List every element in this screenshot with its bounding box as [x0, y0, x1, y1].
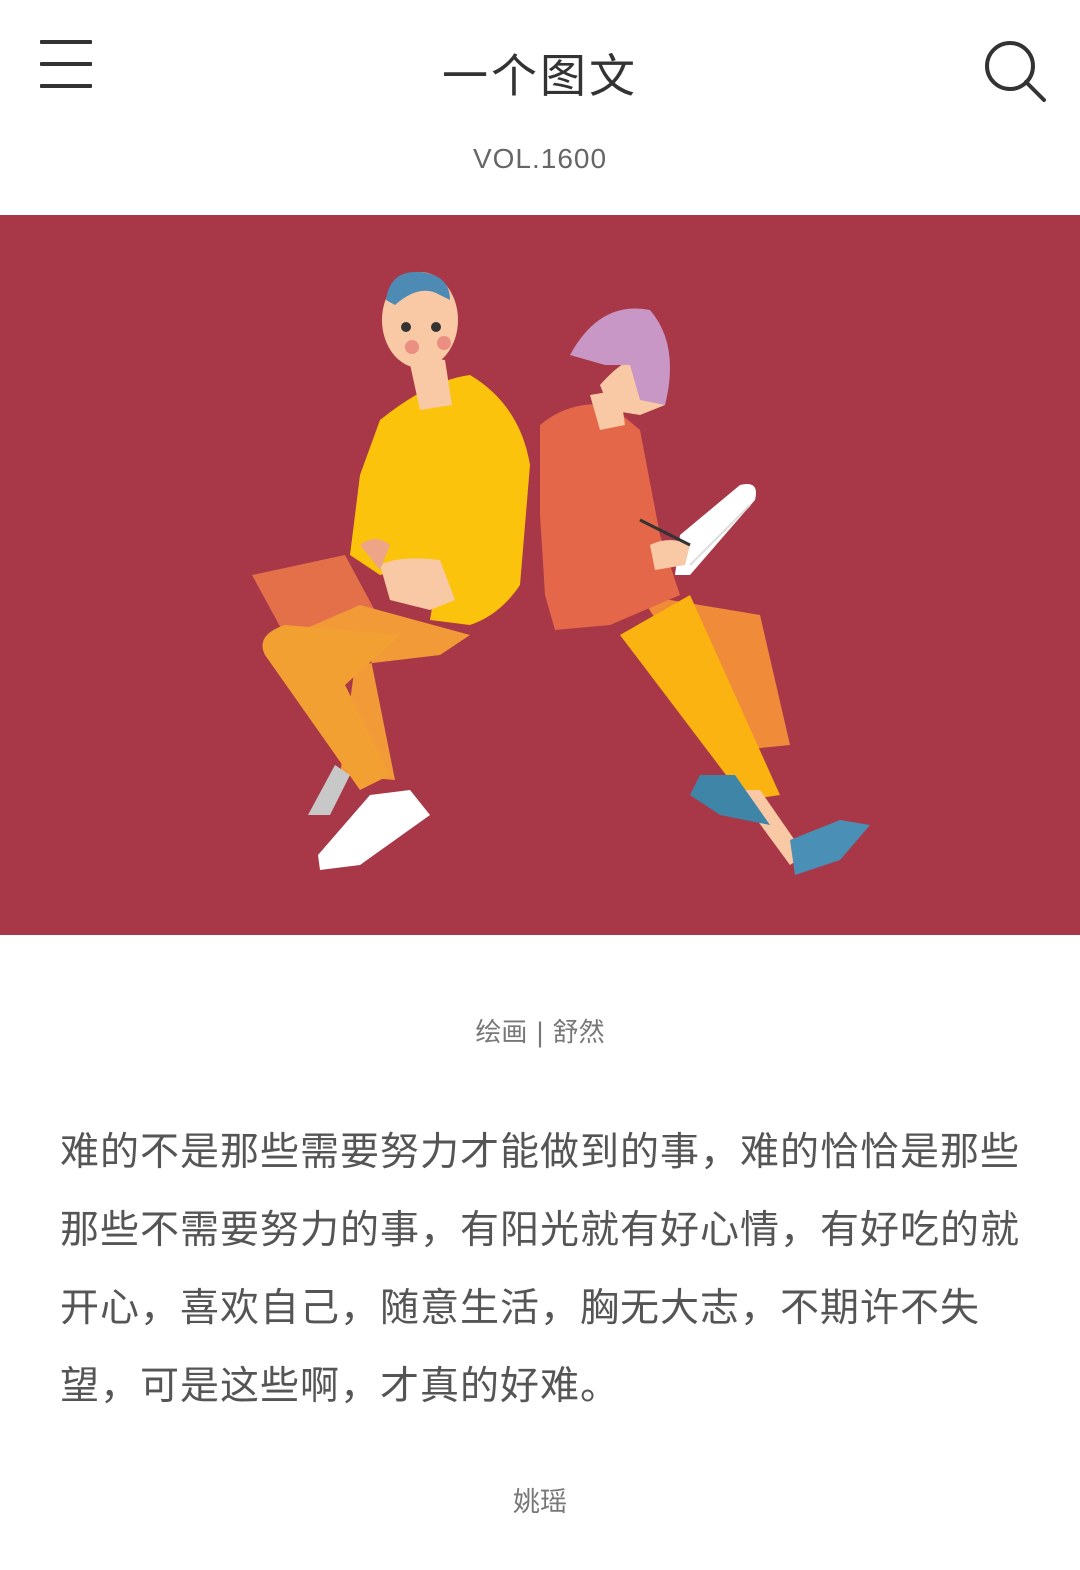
- article-quote: 难的不是那些需要努力才能做到的事，难的恰恰是那些那些不需要努力的事，有阳光就有好…: [60, 1130, 1021, 1409]
- page-title: 一个图文: [442, 49, 638, 103]
- image-credit: 绘画 | 舒然: [475, 1018, 605, 1048]
- search-icon[interactable]: [982, 38, 1048, 104]
- top-bar: 一个图文: [0, 0, 1080, 130]
- volume-number: VOL.1600: [472, 143, 608, 174]
- illustration-image[interactable]: [0, 215, 1080, 935]
- author-name[interactable]: 姚瑶: [0, 1480, 1080, 1519]
